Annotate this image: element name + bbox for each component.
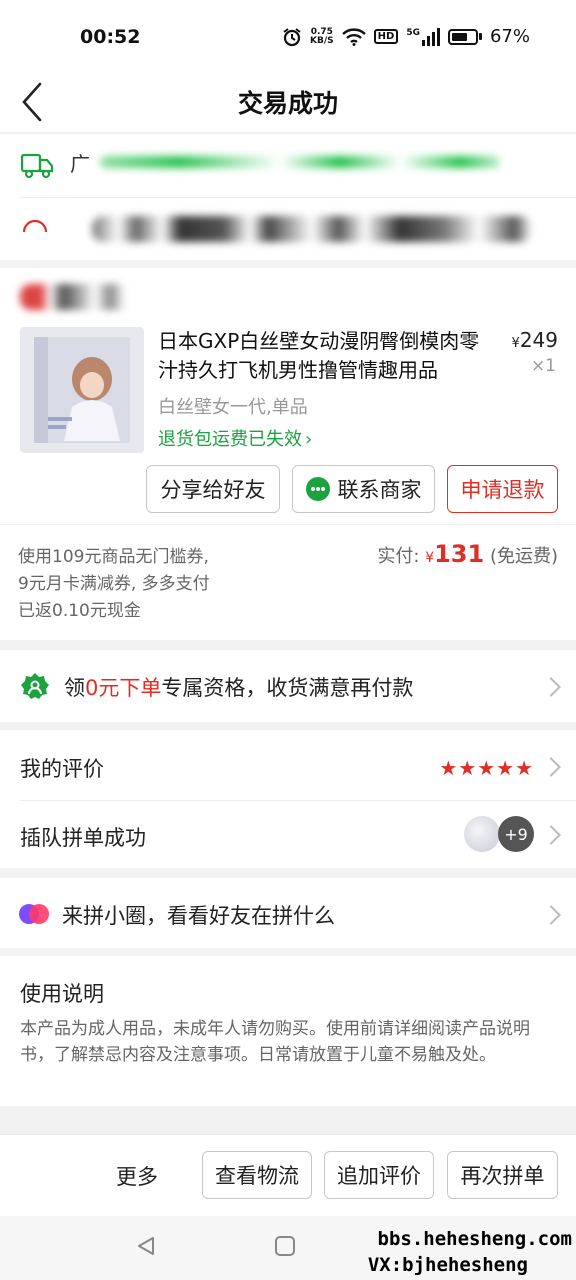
circle-logo-icon [19,904,49,924]
friend-circle-row[interactable]: 来拼小圈，看看好友在拼什么 [0,878,576,948]
contact-label: 联系商家 [337,478,422,502]
chevron-right-icon [541,757,561,777]
paid-value: 131 [434,540,485,568]
refund-notice-text: 退货包运费已失效 [158,429,302,450]
review-group-card: 我的评价 插队拼单成功 +9 [0,730,576,868]
coupon-line-1: 使用109元商品无门槛券, [18,547,209,567]
view-logistics-label: 查看物流 [215,1164,299,1188]
promo-text: 领0元下单专属资格，收货满意再付款 [64,672,413,702]
group-success-label: 插队拼单成功 [20,826,146,850]
shipping-line1-prefix: 广 [70,152,90,176]
battery-percent: 67% [489,26,530,47]
my-review-label: 我的评价 [20,757,104,781]
divider [20,197,576,198]
paid-currency: ¥ [425,550,435,566]
status-bar: 00:52 0.75 KB/S HD 5G 67% [0,0,576,72]
rating-stars: ★★★★★ [439,756,534,780]
watermark-line-1: bbs.hehesheng.com [377,1228,572,1250]
chevron-right-icon: › [305,429,313,450]
blurred-shipping-status [100,156,500,168]
blurred-store-name [20,284,170,310]
refund-button[interactable]: 申请退款 [447,465,558,513]
delivery-truck-icon [20,153,54,179]
system-nav-bar: bbs.hehesheng.com VX:bjhehesheng [0,1216,576,1280]
refund-label: 申请退款 [460,478,545,502]
hd-icon: HD [373,29,399,44]
status-time: 00:52 [80,26,141,48]
price-symbol: ¥ [511,336,520,351]
product-image[interactable] [20,327,144,453]
add-review-label: 追加评价 [337,1164,421,1188]
shipping-card[interactable]: 广 [0,134,576,260]
status-icons: 0.75 KB/S HD 5G 67% [282,26,530,47]
group-success-row[interactable]: 插队拼单成功 +9 [0,800,576,868]
product-quantity: ×1 [530,356,556,376]
nav-bar: 交易成功 [0,72,576,132]
add-review-button[interactable]: 追加评价 [324,1151,434,1199]
price-value: 249 [519,328,558,352]
coupon-line-3: 已返0.10元现金 [18,601,141,621]
bottom-action-bar: 更多 查看物流 追加评价 再次拼单 [0,1134,576,1216]
signal-icon: 5G [406,27,440,46]
coupon-line-2: 9元月卡满减券, 多多支付 [18,574,210,594]
net-speed-unit: KB/S [310,35,334,46]
share-button[interactable]: 分享给好友 [146,465,280,513]
more-members-count: +9 [504,824,528,844]
wifi-icon [341,27,366,46]
product-name[interactable]: 日本GXP白丝壁女动漫阴臀倒模肉零汁持久打飞机男性撸管情趣用品 [158,327,496,385]
blurred-address [92,216,532,242]
badge-icon [21,673,49,699]
chevron-right-icon [541,677,561,697]
chevron-right-icon [541,905,561,925]
reorder-label: 再次拼单 [460,1164,545,1188]
paid-amount: 实付: ¥131 (免运费) [377,540,558,568]
friend-circle-label: 来拼小圈，看看好友在拼什么 [62,904,335,928]
instructions-title: 使用说明 [20,982,104,1006]
product-spec: 白丝壁女一代,单品 [158,397,308,418]
instructions-body: 本产品为成人用品，未成年人请勿购买。使用前请详细阅读产品说明书，了解禁忌内容及注… [20,1019,530,1065]
nav-home-icon[interactable] [274,1235,296,1257]
coupon-info: 使用109元商品无门槛券, 9元月卡满减券, 多多支付 已返0.10元现金 [18,544,210,625]
shipping-note: (免运费) [489,546,558,567]
refund-shipping-notice[interactable]: 退货包运费已失效 › [158,425,312,451]
signal-label: 5G [406,27,420,38]
product-price: ¥249 [512,328,558,352]
page-title: 交易成功 [237,89,338,118]
paid-label: 实付: [377,546,420,567]
share-label: 分享给好友 [160,478,266,502]
battery-icon [447,28,482,45]
promo-highlight: 0元下单 [85,676,162,700]
avatar [464,816,500,852]
nav-back-icon[interactable] [134,1234,158,1258]
zero-yuan-promo-row[interactable]: 领0元下单专属资格，收货满意再付款 [0,650,576,722]
net-speed: 0.75 KB/S [310,27,334,46]
promo-suffix: 专属资格，收货满意再付款 [161,676,414,700]
chevron-right-icon [541,825,561,845]
reorder-button[interactable]: 再次拼单 [447,1151,558,1199]
promo-prefix: 领 [64,676,85,700]
location-icon [22,219,48,233]
alarm-icon [283,27,301,46]
chat-icon [305,477,330,501]
contact-seller-button[interactable]: 联系商家 [292,465,435,513]
more-members-badge: +9 [498,816,534,852]
product-box-illustration [34,337,130,443]
more-button[interactable]: 更多 [116,1161,158,1191]
divider [0,524,576,525]
view-logistics-button[interactable]: 查看物流 [202,1151,312,1199]
watermark-line-2: VX:bjhehesheng [367,1254,528,1276]
